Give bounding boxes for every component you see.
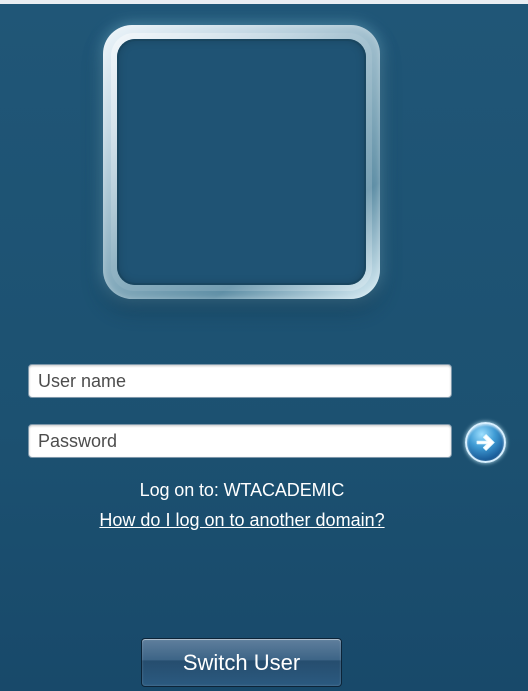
password-input[interactable] xyxy=(28,424,452,458)
top-edge-strip xyxy=(0,0,528,4)
switch-user-button[interactable]: Switch User xyxy=(141,638,342,687)
logon-screen: Log on to: WTACADEMIC How do I log on to… xyxy=(0,0,528,691)
username-input[interactable] xyxy=(28,364,452,398)
logon-domain-label: Log on to: WTACADEMIC xyxy=(139,480,345,500)
arrow-right-icon xyxy=(476,434,495,451)
submit-logon-button[interactable] xyxy=(465,422,506,463)
user-picture-frame xyxy=(103,25,380,299)
user-picture xyxy=(117,39,366,285)
another-domain-help-link[interactable]: How do I log on to another domain? xyxy=(56,510,428,531)
